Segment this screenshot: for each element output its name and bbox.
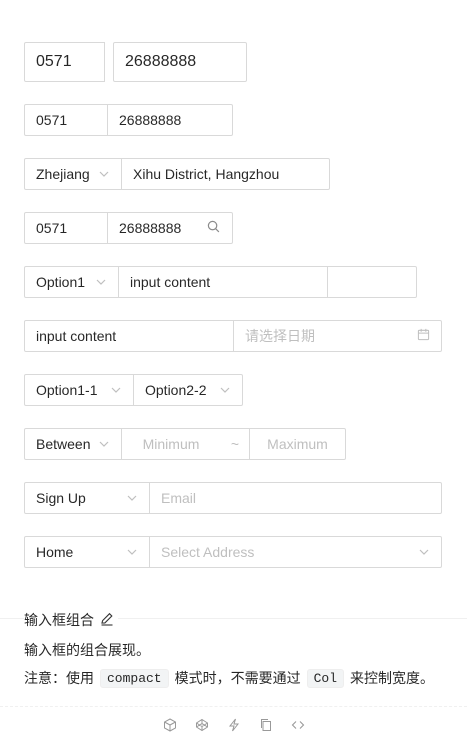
option2-select[interactable]: Option2-2 (133, 374, 243, 406)
address-placeholder: Select Address (161, 544, 255, 560)
compact-group-range: Between Minimum ~ Maximum (24, 428, 346, 460)
maximum-placeholder: Maximum (267, 436, 328, 452)
edit-icon[interactable] (100, 612, 114, 629)
content-input[interactable]: input content (118, 266, 328, 298)
codepen-icon[interactable] (193, 716, 211, 734)
province-select[interactable]: Zhejiang (24, 158, 122, 190)
option-select[interactable]: Option1 (24, 266, 119, 298)
section-title-text: 输入框组合 (24, 612, 94, 628)
option1-select[interactable]: Option1-1 (24, 374, 134, 406)
range-separator: ~ (220, 428, 250, 460)
address-cascader[interactable]: Select Address (149, 536, 442, 568)
date-placeholder: 请选择日期 (245, 328, 315, 344)
compact-group-province: Zhejiang Xihu District, Hangzhou (24, 158, 330, 190)
option2-value: Option2-2 (145, 382, 207, 398)
area-code-input[interactable]: 0571 (24, 104, 108, 136)
compact-group-date: input content 请选择日期 (24, 320, 442, 352)
address-input[interactable]: Xihu District, Hangzhou (121, 158, 330, 190)
phone-value: 26888888 (119, 220, 182, 236)
note-middle: 模式时，不需要通过 (174, 670, 301, 686)
compact-group-phone: 0571 26888888 (24, 104, 233, 136)
section-title: 输入框组合 (24, 610, 118, 630)
actions-divider (0, 706, 467, 707)
area-code-value: 0571 (36, 112, 68, 128)
code-actions (0, 716, 467, 734)
chevron-down-icon (110, 384, 122, 396)
area-code-input[interactable]: 0571 (24, 42, 105, 82)
note-suffix: 来控制宽度。 (350, 670, 435, 686)
area-code-input[interactable]: 0571 (24, 212, 108, 244)
phone-input[interactable]: 26888888 (107, 104, 233, 136)
range-type-select[interactable]: Between (24, 428, 122, 460)
email-placeholder: Email (161, 490, 197, 506)
signup-value: Sign Up (36, 490, 86, 506)
area-code-value: 0571 (36, 53, 72, 70)
content-value: input content (130, 274, 211, 290)
minimum-input[interactable]: Minimum (121, 428, 221, 460)
option-value: Option1 (36, 274, 86, 290)
province-value: Zhejiang (36, 166, 90, 182)
content-value: input content (36, 328, 117, 344)
extra-input[interactable] (327, 266, 417, 298)
compact-group-option-input: Option1 input content (24, 266, 417, 298)
thunderbolt-icon[interactable] (225, 716, 243, 734)
compact-group-signup: Sign Up Email (24, 482, 442, 514)
chevron-down-icon (98, 438, 110, 450)
codesandbox-icon[interactable] (161, 716, 179, 734)
chevron-down-icon (98, 168, 110, 180)
range-type-value: Between (36, 436, 91, 452)
note-prefix: 注意：使用 (24, 670, 94, 686)
option1-value: Option1-1 (36, 382, 98, 398)
maximum-input[interactable]: Maximum (249, 428, 346, 460)
calendar-icon (417, 328, 430, 344)
minimum-placeholder: Minimum (142, 436, 200, 452)
code-col: Col (306, 668, 345, 688)
compact-group-cascade-selects: Option1-1 Option2-2 (24, 374, 243, 406)
chevron-down-icon (219, 384, 231, 396)
code-icon[interactable] (289, 716, 307, 734)
section-note: 注意：使用 compact 模式时，不需要通过 Col 来控制宽度。 (24, 668, 434, 688)
phone-search-input[interactable]: 26888888 (107, 212, 233, 244)
home-value: Home (36, 544, 74, 560)
address-value: Xihu District, Hangzhou (133, 166, 280, 182)
search-icon[interactable] (207, 220, 220, 236)
range-separator-text: ~ (230, 436, 240, 452)
section-description: 输入框的组合展现。 (24, 642, 150, 658)
content-input[interactable]: input content (24, 320, 234, 352)
chevron-down-icon (126, 546, 138, 558)
compact-group-search: 0571 26888888 (24, 212, 233, 244)
phone-value: 26888888 (119, 112, 182, 128)
phone-value: 26888888 (125, 53, 197, 70)
compact-group-address: Home Select Address (24, 536, 442, 568)
compact-group-large: 0571 26888888 (24, 42, 247, 82)
chevron-down-icon (126, 492, 138, 504)
home-select[interactable]: Home (24, 536, 150, 568)
signup-select[interactable]: Sign Up (24, 482, 150, 514)
phone-input[interactable]: 26888888 (113, 42, 247, 82)
code-compact: compact (100, 668, 169, 688)
area-code-value: 0571 (36, 220, 68, 236)
copy-icon[interactable] (257, 716, 275, 734)
chevron-down-icon (95, 276, 107, 288)
date-picker[interactable]: 请选择日期 (233, 320, 442, 352)
chevron-down-icon (418, 546, 430, 558)
email-input[interactable]: Email (149, 482, 442, 514)
